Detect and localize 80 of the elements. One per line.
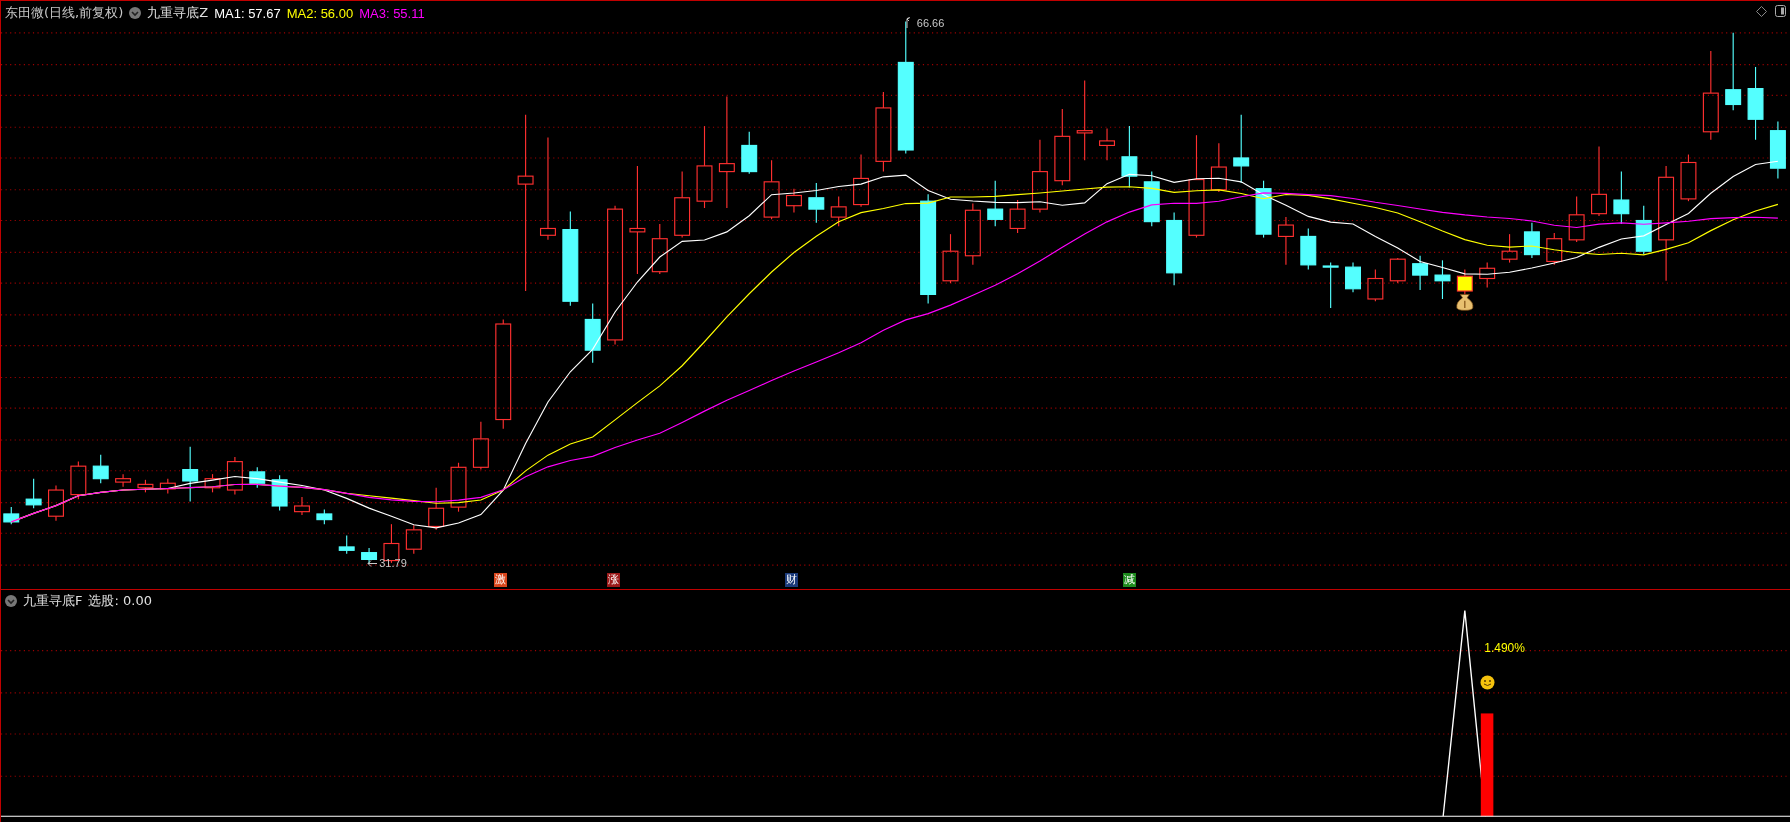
signal-tag: 激	[493, 573, 507, 588]
candle	[3, 506, 20, 525]
candle	[316, 508, 333, 525]
candle	[1277, 216, 1294, 266]
money-bag-icon	[1456, 294, 1474, 311]
candle	[1613, 171, 1630, 225]
candle	[1591, 146, 1607, 217]
percent-label: 1.490%	[1484, 641, 1525, 656]
moving-average-label: MA3: 55.11	[359, 5, 425, 21]
signal-tag: 减	[1122, 573, 1136, 588]
candle	[1479, 262, 1496, 289]
collapse-icon[interactable]	[129, 7, 142, 19]
candle	[584, 302, 601, 364]
arrow-icon	[367, 558, 379, 568]
candle	[1635, 205, 1652, 256]
candle	[1412, 255, 1429, 291]
candle	[115, 473, 132, 488]
candle	[1546, 232, 1563, 266]
candle	[1434, 259, 1451, 300]
candle	[1099, 127, 1115, 161]
candle	[1210, 142, 1227, 193]
candle	[1345, 262, 1361, 293]
candle	[271, 474, 288, 512]
candle	[405, 524, 422, 555]
panel-toggle-icon[interactable]	[1775, 5, 1786, 17]
signal-tag: 涨	[606, 573, 620, 588]
stock-title: 东田微(日线,前复权)	[5, 4, 124, 22]
candle	[25, 478, 42, 509]
candle	[428, 487, 445, 531]
candle	[964, 202, 981, 266]
candle	[1568, 196, 1585, 243]
candle	[450, 462, 467, 513]
candle	[472, 421, 489, 471]
candle	[1501, 233, 1518, 264]
indicator-value: 选股: 0.00	[88, 592, 152, 610]
candle	[674, 171, 691, 239]
candle	[1143, 171, 1160, 227]
signal-tag: 财	[784, 573, 798, 588]
candle	[338, 534, 355, 555]
candle	[1367, 268, 1384, 302]
candle	[1769, 121, 1786, 179]
candle	[1009, 199, 1026, 234]
candle	[741, 131, 758, 175]
candle	[1456, 268, 1473, 295]
candle	[249, 466, 266, 489]
candle	[1255, 180, 1272, 239]
candle	[785, 188, 802, 214]
candle	[1523, 222, 1540, 259]
candle	[294, 496, 310, 516]
indicator-name: 九重寻底F	[23, 592, 83, 610]
candle	[361, 547, 378, 565]
candle	[204, 473, 221, 493]
candle	[651, 223, 668, 275]
price-label: 66.66	[916, 16, 945, 29]
candle	[763, 159, 780, 220]
candle	[1680, 153, 1697, 202]
candle	[92, 454, 109, 484]
candle	[808, 182, 825, 224]
candle	[182, 446, 199, 502]
candle	[1322, 262, 1339, 309]
price-label: 31.79	[379, 557, 407, 570]
candle	[1300, 227, 1317, 270]
candle	[226, 456, 243, 496]
candle	[987, 180, 1004, 227]
candle	[1389, 257, 1406, 284]
candle	[830, 196, 847, 227]
candle	[48, 484, 64, 522]
diamond-icon[interactable]	[1756, 5, 1767, 17]
moving-average-label: MA2: 56.00	[286, 5, 354, 21]
candle	[159, 478, 176, 495]
smiley-icon	[1479, 674, 1495, 690]
candle	[1233, 114, 1250, 184]
candle	[137, 479, 154, 493]
indicator-name: 九重寻底Z	[147, 4, 209, 22]
candle	[1121, 125, 1138, 189]
candle	[942, 233, 959, 284]
collapse-icon[interactable]	[5, 595, 17, 607]
moving-average-label: MA1: 57.67	[214, 5, 281, 21]
candle	[853, 153, 870, 208]
candle	[70, 461, 87, 500]
